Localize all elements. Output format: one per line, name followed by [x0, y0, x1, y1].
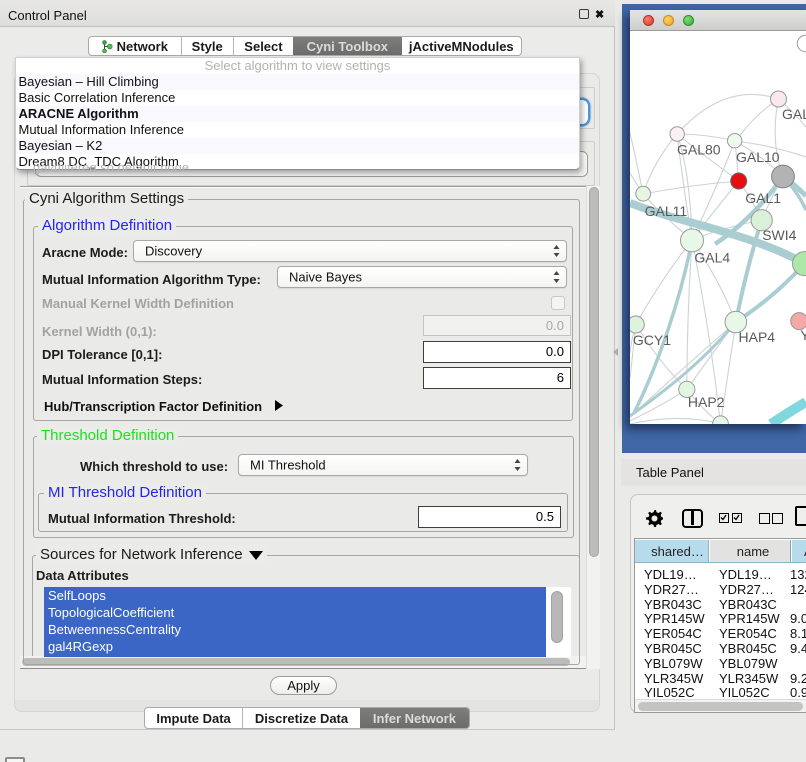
svg-text:GAL80: GAL80: [677, 142, 721, 158]
svg-text:HAP4: HAP4: [739, 329, 776, 345]
svg-text:GAL11: GAL11: [645, 203, 688, 219]
svg-text:Y: Y: [800, 327, 806, 343]
svg-text:GAL4: GAL4: [694, 250, 730, 266]
svg-text:GAL10: GAL10: [736, 149, 780, 165]
svg-text:GAL: GAL: [782, 106, 806, 122]
svg-text:GCY1: GCY1: [633, 332, 671, 348]
svg-text:HAP2: HAP2: [688, 394, 725, 410]
svg-text:SWI4: SWI4: [762, 227, 796, 243]
svg-text:GAL1: GAL1: [745, 190, 781, 206]
